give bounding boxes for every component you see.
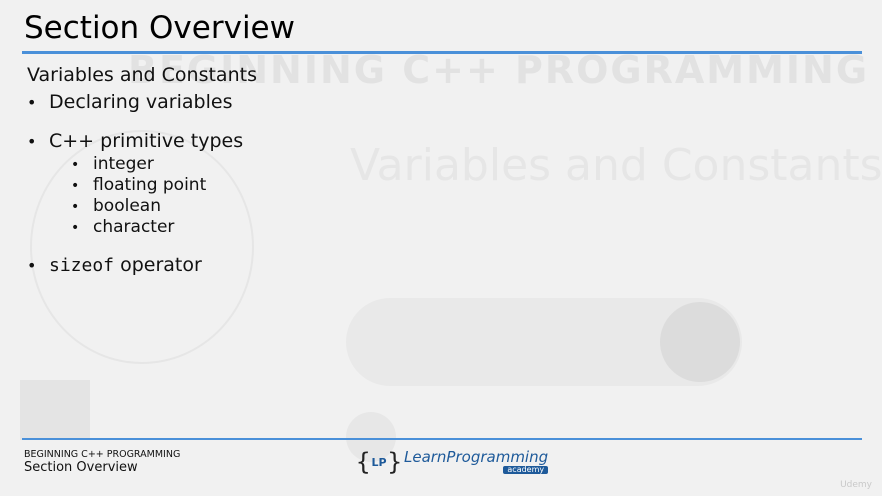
bullet-icon: •: [71, 199, 80, 215]
bullet-icon: •: [71, 157, 80, 173]
bullet-item: • Declaring variables: [27, 91, 232, 113]
bullet-item: • C++ primitive types: [27, 130, 243, 152]
bullet-text: C++ primitive types: [49, 130, 244, 152]
sub-bullet-item: • character: [71, 217, 174, 237]
brace-icon: {: [356, 448, 371, 476]
sub-bullet-text: integer: [93, 154, 154, 174]
logo-sub: academy: [503, 466, 549, 474]
footer-section-title: Section Overview: [24, 460, 138, 475]
brand-logo: { LP } LearnProgramming academy: [356, 447, 549, 477]
title-divider: [22, 51, 862, 54]
background-section-title: Variables and Constants: [350, 140, 882, 191]
slide-title: Section Overview: [24, 10, 295, 46]
bullet-icon: •: [27, 256, 37, 275]
logo-brand-name: LearnProgramming: [403, 448, 549, 466]
bullet-icon: •: [27, 93, 37, 112]
bullet-icon: •: [71, 178, 80, 194]
bullet-icon: •: [71, 220, 80, 236]
background-avatar: [660, 302, 740, 382]
brace-icon: }: [387, 448, 402, 476]
udemy-watermark: Udemy: [840, 480, 872, 490]
bullet-text: Declaring variables: [49, 91, 233, 113]
sub-bullet-text: boolean: [93, 196, 161, 216]
bullet-text: operator: [114, 254, 202, 276]
logo-badge: LP: [371, 455, 387, 469]
footer-course-title: BEGINNING C++ PROGRAMMING: [24, 449, 181, 460]
sub-bullet-item: • boolean: [71, 196, 161, 216]
sub-bullet-text: character: [93, 217, 175, 237]
sub-bullet-item: • integer: [71, 154, 154, 174]
footer-divider: [22, 438, 862, 440]
slide-subtitle: Variables and Constants: [27, 64, 257, 86]
bullet-icon: •: [27, 132, 37, 151]
background-author-pill: [346, 298, 742, 386]
sub-bullet-item: • floating point: [71, 175, 206, 195]
bullet-item: • sizeof operator: [27, 254, 202, 276]
code-keyword: sizeof: [49, 255, 115, 276]
background-decoration-block: [20, 380, 90, 440]
sub-bullet-text: floating point: [93, 175, 207, 195]
